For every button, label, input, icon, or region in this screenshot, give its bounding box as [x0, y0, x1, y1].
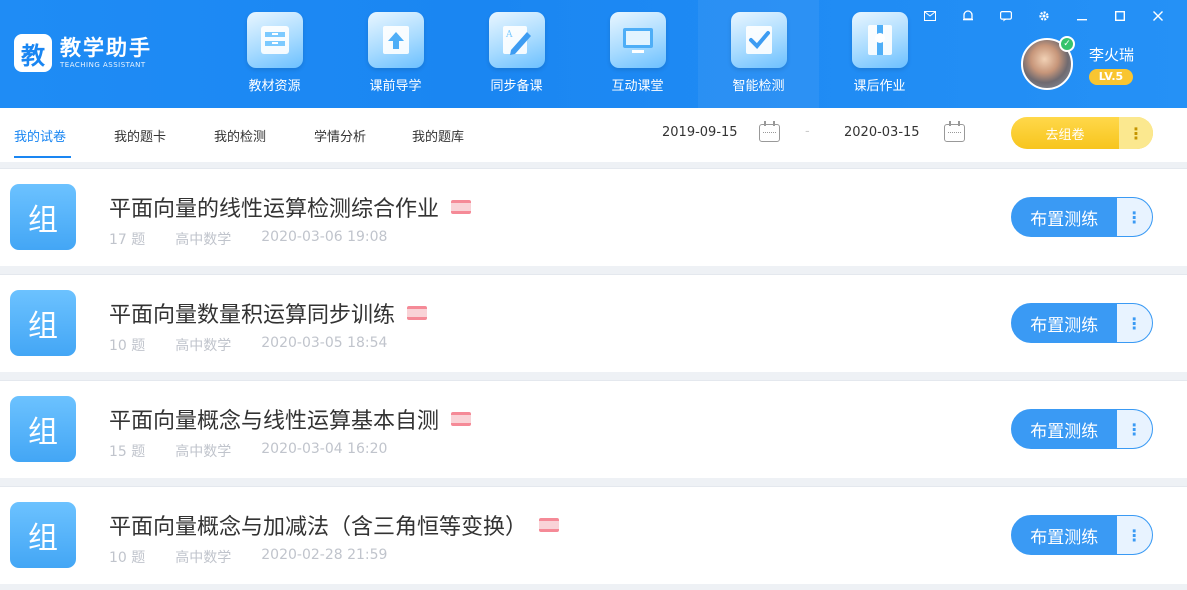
close-icon[interactable] [1139, 7, 1177, 25]
paper-title[interactable]: 平面向量的线性运算检测综合作业 [109, 191, 472, 223]
assign-test-label[interactable]: 布置测练 [1012, 516, 1117, 554]
more-options-icon[interactable]: ⋮ [1119, 117, 1153, 149]
pencil-doc-icon: A [488, 12, 545, 68]
list-item: 组 平面向量概念与加减法（含三角恒等变换） 10 题 高中数学 2020-02-… [0, 486, 1187, 584]
tab-learning-analysis[interactable]: 学情分析 [314, 108, 371, 162]
list-badge-icon [539, 518, 560, 532]
date-separator: - [805, 124, 810, 139]
nav-item-interactive-class[interactable]: 互动课堂 [577, 0, 698, 108]
timestamp: 2020-03-06 19:08 [261, 229, 388, 245]
nav-label: 智能检测 [732, 79, 785, 94]
chat-icon[interactable] [987, 7, 1025, 25]
user-name: 李火瑞 [1089, 45, 1135, 64]
user-level-badge: LV.5 [1089, 68, 1133, 85]
user-panel[interactable]: ✓ 李火瑞 LV.5 [1021, 36, 1135, 90]
assign-test-button[interactable]: 布置测练 ⋮ [1011, 515, 1153, 555]
nav-label: 同步备课 [490, 79, 543, 94]
calendar-icon[interactable] [944, 121, 965, 142]
paper-meta: 10 题 高中数学 2020-03-05 18:54 [109, 335, 417, 355]
create-paper-label[interactable]: 去组卷 [1011, 117, 1119, 149]
question-count: 17 题 [109, 232, 146, 248]
more-options-icon[interactable]: ⋮ [1116, 410, 1152, 448]
create-paper-button[interactable]: 去组卷 ⋮ [1011, 117, 1153, 149]
assign-test-label[interactable]: 布置测练 [1012, 198, 1117, 236]
more-options-icon[interactable]: ⋮ [1116, 198, 1152, 236]
paper-title[interactable]: 平面向量数量积运算同步训练 [109, 297, 428, 329]
subject: 高中数学 [175, 338, 232, 354]
start-date[interactable]: 2019-09-15 [662, 125, 738, 140]
question-count: 10 题 [109, 550, 146, 566]
window-controls [911, 7, 1177, 25]
calendar-icon[interactable] [759, 121, 780, 142]
assign-test-label[interactable]: 布置测练 [1012, 304, 1117, 342]
tab-question-bank[interactable]: 我的题库 [412, 108, 469, 162]
nav-item-sync-lesson-prep[interactable]: A 同步备课 [456, 0, 577, 108]
paper-title[interactable]: 平面向量概念与线性运算基本自测 [109, 403, 472, 435]
paper-meta: 15 题 高中数学 2020-03-04 16:20 [109, 441, 417, 461]
paper-title[interactable]: 平面向量概念与加减法（含三角恒等变换） [109, 509, 560, 541]
main-nav: 教材资源 课前导学 A 同步备课 互动课堂 智能检测 课后作业 [214, 0, 940, 108]
paper-group-icon: 组 [10, 290, 76, 356]
gear-icon[interactable] [1025, 7, 1063, 25]
nav-item-smart-test[interactable]: 智能检测 [698, 0, 819, 108]
nav-item-pre-class-guide[interactable]: 课前导学 [335, 0, 456, 108]
tab-my-cards[interactable]: 我的题卡 [114, 108, 171, 162]
question-count: 15 题 [109, 444, 146, 460]
list-badge-icon [451, 412, 472, 426]
paper-group-icon: 组 [10, 396, 76, 462]
subject: 高中数学 [175, 550, 232, 566]
whiteboard-icon [609, 12, 666, 68]
assign-test-button[interactable]: 布置测练 ⋮ [1011, 409, 1153, 449]
avatar[interactable]: ✓ [1021, 36, 1075, 90]
subject: 高中数学 [175, 444, 232, 460]
question-count: 10 题 [109, 338, 146, 354]
end-date[interactable]: 2020-03-15 [844, 125, 920, 140]
assign-test-button[interactable]: 布置测练 ⋮ [1011, 197, 1153, 237]
more-options-icon[interactable]: ⋮ [1116, 516, 1152, 554]
nav-label: 课前导学 [369, 79, 422, 94]
bookmark-icon [851, 12, 908, 68]
nav-item-textbook-resources[interactable]: 教材资源 [214, 0, 335, 108]
subject: 高中数学 [175, 232, 232, 248]
app-logo: 教 教学助手 TEACHING ASSISTANT [14, 34, 152, 72]
list-item: 组 平面向量数量积运算同步训练 10 题 高中数学 2020-03-05 18:… [0, 274, 1187, 372]
assign-test-label[interactable]: 布置测练 [1012, 410, 1117, 448]
minimize-icon[interactable] [1063, 7, 1101, 25]
sub-toolbar: 我的试卷 我的题卡 我的检测 学情分析 我的题库 2019-09-15 - 20… [0, 108, 1187, 162]
bookshelf-icon [246, 12, 303, 68]
mail-icon[interactable] [911, 7, 949, 25]
maximize-icon[interactable] [1101, 7, 1139, 25]
more-options-icon[interactable]: ⋮ [1116, 304, 1152, 342]
paper-group-icon: 组 [10, 502, 76, 568]
app-subtitle: TEACHING ASSISTANT [60, 61, 146, 69]
list-badge-icon [407, 306, 428, 320]
timestamp: 2020-03-04 16:20 [261, 441, 388, 457]
paper-group-icon: 组 [10, 184, 76, 250]
tab-my-papers[interactable]: 我的试卷 [14, 108, 71, 162]
upload-book-icon [367, 12, 424, 68]
nav-label: 课后作业 [853, 79, 906, 94]
paper-meta: 17 题 高中数学 2020-03-06 19:08 [109, 229, 417, 249]
paper-meta: 10 题 高中数学 2020-02-28 21:59 [109, 547, 417, 567]
list-item: 组 平面向量概念与线性运算基本自测 15 题 高中数学 2020-03-04 1… [0, 380, 1187, 478]
timestamp: 2020-02-28 21:59 [261, 547, 388, 563]
nav-label: 教材资源 [248, 79, 301, 94]
verified-check-icon: ✓ [1059, 36, 1075, 52]
bell-icon[interactable] [949, 7, 987, 25]
app-header: 教 教学助手 TEACHING ASSISTANT 教材资源 课前导学 A 同步… [0, 0, 1187, 108]
tab-my-tests[interactable]: 我的检测 [214, 108, 271, 162]
app-title: 教学助手 [60, 36, 152, 60]
list-badge-icon [451, 200, 472, 214]
nav-label: 互动课堂 [611, 79, 664, 94]
logo-mark: 教 [14, 34, 52, 72]
checkmark-doc-icon [730, 12, 787, 68]
assign-test-button[interactable]: 布置测练 ⋮ [1011, 303, 1153, 343]
timestamp: 2020-03-05 18:54 [261, 335, 388, 351]
svg-text:A: A [505, 30, 513, 40]
list-item: 组 平面向量的线性运算检测综合作业 17 题 高中数学 2020-03-06 1… [0, 168, 1187, 266]
